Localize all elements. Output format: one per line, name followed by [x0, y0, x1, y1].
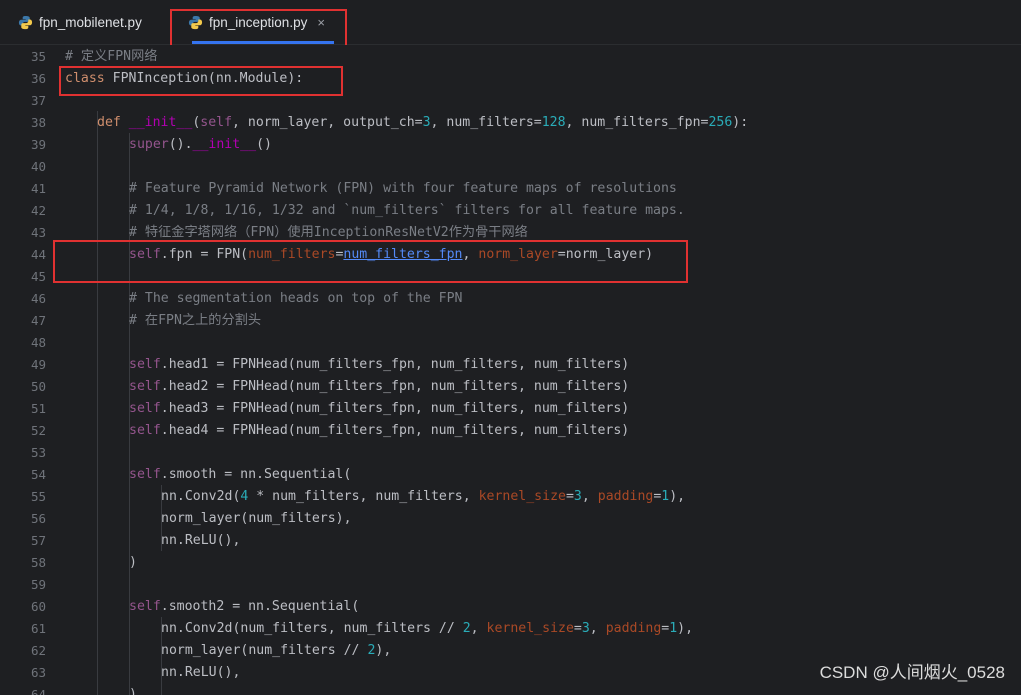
- code-line-57: nn.ReLU(),: [161, 533, 241, 548]
- line-number: 53: [30, 445, 46, 460]
- line-number: 55: [30, 489, 46, 504]
- code-line-61: nn.Conv2d(num_filters, num_filters // 2,…: [161, 621, 694, 636]
- line-number: 44: [30, 247, 46, 262]
- line-number: 35: [30, 49, 46, 64]
- indent-guide: [97, 111, 98, 695]
- line-number: 60: [30, 599, 46, 614]
- line-number: 47: [30, 313, 46, 328]
- line-number: 38: [30, 115, 46, 130]
- code-line-58: ): [129, 555, 137, 570]
- tab-fpn-mobilenet[interactable]: fpn_mobilenet.py: [18, 0, 158, 45]
- highlight-box-fpn-line: [53, 240, 688, 283]
- line-number: 36: [30, 71, 46, 86]
- line-number: 42: [30, 203, 46, 218]
- highlight-box-class-def: [59, 66, 343, 96]
- line-number: 40: [30, 159, 46, 174]
- line-number: 51: [30, 401, 46, 416]
- code-line-56: norm_layer(num_filters),: [161, 511, 352, 526]
- line-number: 45: [30, 269, 46, 284]
- line-number: 57: [30, 533, 46, 548]
- line-number: 41: [30, 181, 46, 196]
- code-line-50: self.head2 = FPNHead(num_filters_fpn, nu…: [129, 379, 630, 394]
- code-line-54: self.smooth = nn.Sequential(: [129, 467, 352, 482]
- code-line-64: ): [129, 687, 137, 695]
- code-line-49: self.head1 = FPNHead(num_filters_fpn, nu…: [129, 357, 630, 372]
- line-number: 39: [30, 137, 46, 152]
- highlight-box-tab: [170, 9, 347, 47]
- code-line-60: self.smooth2 = nn.Sequential(: [129, 599, 360, 614]
- code-line-38: def __init__(self, norm_layer, output_ch…: [97, 115, 749, 130]
- code-line-42: # 1/4, 1/8, 1/16, 1/32 and `num_filters`…: [129, 203, 685, 218]
- line-number: 52: [30, 423, 46, 438]
- code-line-41: # Feature Pyramid Network (FPN) with fou…: [129, 181, 677, 196]
- line-number: 59: [30, 577, 46, 592]
- code-line-39: super().__init__(): [129, 137, 272, 152]
- code-line-63: nn.ReLU(),: [161, 665, 241, 680]
- code-line-52: self.head4 = FPNHead(num_filters_fpn, nu…: [129, 423, 630, 438]
- line-number: 46: [30, 291, 46, 306]
- line-number: 64: [30, 687, 46, 695]
- code-line-47: # 在FPN之上的分割头: [129, 313, 262, 328]
- line-number: 37: [30, 93, 46, 108]
- line-number: 43: [30, 225, 46, 240]
- code-line-46: # The segmentation heads on top of the F…: [129, 291, 463, 306]
- line-number: 63: [30, 665, 46, 680]
- tab-label: fpn_mobilenet.py: [39, 15, 142, 30]
- line-number: 54: [30, 467, 46, 482]
- line-number-gutter: 35 36 37 38 39 40 41 42 43 44 45 46 47 4…: [0, 45, 62, 695]
- line-number: 56: [30, 511, 46, 526]
- editor-tab-bar: fpn_mobilenet.py fpn_inception.py ×: [0, 0, 1021, 45]
- watermark: CSDN @人间烟火_0528: [819, 663, 1005, 682]
- line-number: 61: [30, 621, 46, 636]
- line-number: 48: [30, 335, 46, 350]
- code-line-51: self.head3 = FPNHead(num_filters_fpn, nu…: [129, 401, 630, 416]
- line-number: 49: [30, 357, 46, 372]
- python-file-icon: [18, 15, 33, 30]
- line-number: 50: [30, 379, 46, 394]
- code-line-62: norm_layer(num_filters // 2),: [161, 643, 392, 658]
- code-line-35: # 定义FPN网络: [65, 49, 158, 64]
- line-number: 62: [30, 643, 46, 658]
- line-number: 58: [30, 555, 46, 570]
- code-editor[interactable]: # 定义FPN网络 class FPNInception(nn.Module):…: [62, 45, 1021, 695]
- code-line-55: nn.Conv2d(4 * num_filters, num_filters, …: [161, 489, 686, 504]
